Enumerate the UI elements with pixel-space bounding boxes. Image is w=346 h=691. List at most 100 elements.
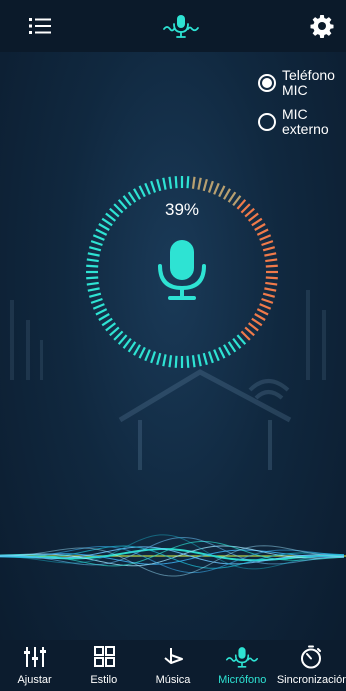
- ring-tick: [95, 308, 108, 316]
- ring-tick: [264, 252, 277, 257]
- bottom-navigation: Ajustar Estilo Música Micrófono Sincroni…: [0, 640, 346, 691]
- app-screen: Teléfono MIC MIC externo 39% Ajustar Est…: [0, 0, 346, 691]
- ring-tick: [95, 228, 108, 236]
- ring-tick: [240, 203, 251, 214]
- ring-tick: [92, 234, 105, 241]
- list-icon[interactable]: [28, 14, 52, 38]
- ring-tick: [113, 330, 124, 341]
- ring-tick: [88, 246, 102, 252]
- audio-waveform: [0, 534, 346, 577]
- ring-tick: [254, 223, 266, 231]
- ring-tick: [240, 330, 251, 341]
- ring-tick: [207, 351, 214, 364]
- top-bar: [0, 0, 346, 52]
- ring-tick: [174, 355, 178, 368]
- microphone-wave-icon: [226, 647, 259, 668]
- ring-tick: [122, 337, 132, 349]
- mic-level-percent: 39%: [164, 200, 200, 219]
- ring-tick: [90, 297, 103, 304]
- ring-tick: [218, 346, 226, 359]
- ring-tick: [87, 252, 100, 257]
- ring-tick: [105, 322, 117, 332]
- ring-tick: [109, 207, 120, 218]
- ring-tick: [262, 246, 276, 252]
- ring-tick: [122, 195, 132, 207]
- ring-tick: [98, 313, 110, 321]
- ring-tick: [117, 334, 128, 345]
- ring-tick: [86, 264, 99, 268]
- ring-tick: [150, 351, 157, 364]
- ring-tick: [236, 334, 247, 345]
- ring-tick: [202, 352, 208, 366]
- nav-label-microfono: Micrófono: [218, 674, 267, 686]
- ring-tick: [244, 207, 255, 218]
- ring-tick: [262, 292, 276, 298]
- radio-telefono-mic[interactable]: Teléfono MIC: [258, 68, 344, 98]
- music-note-icon: [164, 648, 183, 664]
- ring-tick: [144, 349, 151, 362]
- equalizer-sliders-icon: [23, 647, 46, 667]
- ring-tick: [227, 191, 237, 203]
- ring-tick: [265, 258, 278, 263]
- gear-icon[interactable]: [310, 14, 334, 38]
- ring-tick: [92, 303, 105, 310]
- ring-tick: [261, 297, 274, 304]
- nav-item-sincronizacion[interactable]: Sincronización: [277, 640, 346, 691]
- ring-tick: [174, 176, 178, 189]
- ring-tick: [251, 317, 263, 327]
- ring-tick: [264, 287, 277, 292]
- ring-tick: [259, 234, 272, 241]
- ring-tick: [223, 188, 231, 200]
- ring-tick: [256, 308, 269, 316]
- ring-tick: [207, 180, 214, 193]
- ring-tick: [109, 326, 120, 337]
- radio-button-unchecked[interactable]: [258, 113, 276, 131]
- ring-tick: [202, 178, 208, 192]
- ring-tick: [162, 177, 167, 190]
- radio-label-externo: MIC externo: [282, 106, 329, 137]
- ring-tick: [227, 341, 237, 353]
- nav-label-sincronizacion: Sincronización: [276, 674, 346, 686]
- ring-tick: [251, 217, 263, 227]
- radio-mic-externo[interactable]: MIC externo: [258, 107, 344, 137]
- ring-tick: [223, 344, 231, 356]
- ring-tick: [168, 355, 173, 368]
- wave-line: [0, 534, 345, 570]
- ring-tick: [86, 281, 99, 286]
- nav-label-musica: Música: [155, 674, 191, 686]
- ring-tick: [156, 352, 162, 366]
- ring-tick: [186, 355, 190, 368]
- grid-icon: [93, 646, 115, 667]
- ring-tick: [150, 180, 157, 193]
- ring-tick: [236, 199, 247, 210]
- ring-tick: [127, 341, 137, 353]
- ring-tick: [197, 177, 202, 190]
- ring-tick: [256, 228, 269, 236]
- ring-tick: [232, 195, 242, 207]
- ring-tick: [113, 203, 124, 214]
- ring-tick: [156, 178, 162, 192]
- nav-item-ajustar[interactable]: Ajustar: [0, 640, 69, 691]
- ring-tick: [117, 199, 128, 210]
- ring-tick: [105, 212, 117, 222]
- ring-tick: [87, 287, 100, 292]
- ring-tick: [191, 355, 196, 368]
- stopwatch-icon: [301, 645, 322, 669]
- ring-tick: [197, 354, 202, 367]
- ring-tick: [213, 182, 220, 195]
- nav-item-musica[interactable]: Música: [138, 640, 207, 691]
- microphone-wave-icon: [163, 15, 199, 38]
- microphone-icon: [158, 240, 206, 300]
- ring-tick: [86, 276, 99, 280]
- ring-tick: [254, 313, 266, 321]
- ring-tick: [186, 176, 190, 189]
- ring-tick: [98, 223, 110, 231]
- nav-item-microfono[interactable]: Micrófono: [208, 640, 277, 691]
- ring-tick: [247, 212, 259, 222]
- radio-label-telefono: Teléfono MIC: [282, 67, 335, 98]
- ring-tick: [244, 326, 255, 337]
- radio-button-checked[interactable]: [258, 74, 276, 92]
- ring-tick: [88, 292, 102, 298]
- ring-tick: [191, 176, 196, 189]
- nav-item-estilo[interactable]: Estilo: [69, 640, 138, 691]
